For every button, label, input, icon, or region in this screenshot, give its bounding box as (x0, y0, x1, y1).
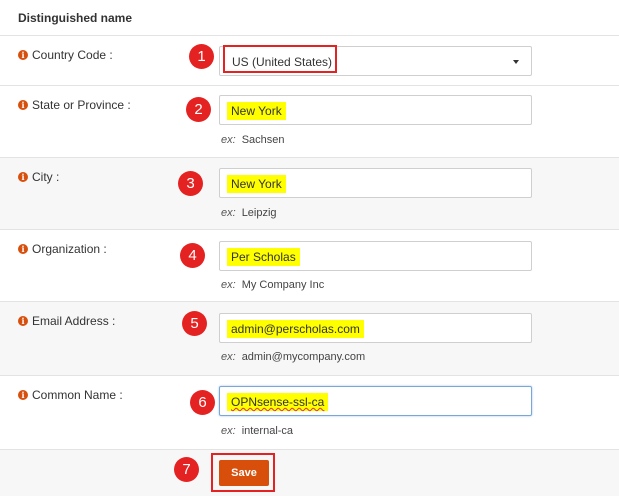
common-name-hint-text: internal-ca (241, 425, 294, 437)
state-input[interactable]: New York (219, 95, 532, 125)
common-name-hint: ex: internal-ca (221, 425, 293, 437)
step-badge-4: 4 (180, 243, 205, 268)
city-label: i City : (18, 170, 59, 184)
state-label-text: State or Province : (32, 98, 131, 112)
caret-down-icon (513, 60, 519, 64)
info-icon[interactable]: i (18, 100, 28, 110)
organization-hint-text: My Company Inc (241, 279, 325, 291)
city-hint-text: Leipzig (241, 207, 277, 219)
state-hint-text: Sachsen (241, 134, 285, 146)
info-icon[interactable]: i (18, 172, 28, 182)
common-name-value: OPNsense-ssl-ca (227, 393, 329, 411)
highlight-box-save (211, 453, 275, 492)
state-value: New York (227, 102, 286, 120)
email-hint-prefix: ex: (221, 351, 236, 363)
organization-label-text: Organization : (32, 242, 107, 256)
organization-label: i Organization : (18, 242, 107, 256)
organization-input[interactable]: Per Scholas (219, 241, 532, 271)
common-name-hint-prefix: ex: (221, 425, 236, 437)
save-row (0, 450, 619, 496)
step-badge-2: 2 (186, 97, 211, 122)
email-value: admin@perscholas.com (227, 320, 364, 338)
state-label: i State or Province : (18, 98, 131, 112)
email-input[interactable]: admin@perscholas.com (219, 313, 532, 343)
step-badge-1: 1 (189, 44, 214, 69)
highlight-box-country (223, 45, 337, 73)
common-name-label: i Common Name : (18, 388, 123, 402)
country-code-label-text: Country Code : (32, 48, 113, 62)
city-input[interactable]: New York (219, 168, 532, 198)
info-icon[interactable]: i (18, 50, 28, 60)
info-icon[interactable]: i (18, 316, 28, 326)
email-label-text: Email Address : (32, 314, 116, 328)
city-hint: ex: Leipzig (221, 207, 277, 219)
organization-value: Per Scholas (227, 248, 300, 266)
common-name-input[interactable]: OPNsense-ssl-ca (219, 386, 532, 416)
city-label-text: City : (32, 170, 60, 184)
email-hint-text: admin@mycompany.com (241, 351, 366, 363)
state-hint: ex: Sachsen (221, 134, 285, 146)
info-icon[interactable]: i (18, 390, 28, 400)
info-icon[interactable]: i (18, 244, 28, 254)
organization-hint-prefix: ex: (221, 279, 236, 291)
step-badge-5: 5 (182, 311, 207, 336)
city-value: New York (227, 175, 286, 193)
step-badge-3: 3 (178, 171, 203, 196)
email-label: i Email Address : (18, 314, 115, 328)
country-code-label: i Country Code : (18, 48, 113, 62)
state-hint-prefix: ex: (221, 134, 236, 146)
organization-hint: ex: My Company Inc (221, 279, 324, 291)
section-title: Distinguished name (18, 11, 133, 25)
city-hint-prefix: ex: (221, 207, 236, 219)
common-name-label-text: Common Name : (32, 388, 123, 402)
step-badge-7: 7 (174, 457, 199, 482)
section-header: Distinguished name (0, 0, 619, 36)
step-badge-6: 6 (190, 390, 215, 415)
email-hint: ex: admin@mycompany.com (221, 351, 365, 363)
